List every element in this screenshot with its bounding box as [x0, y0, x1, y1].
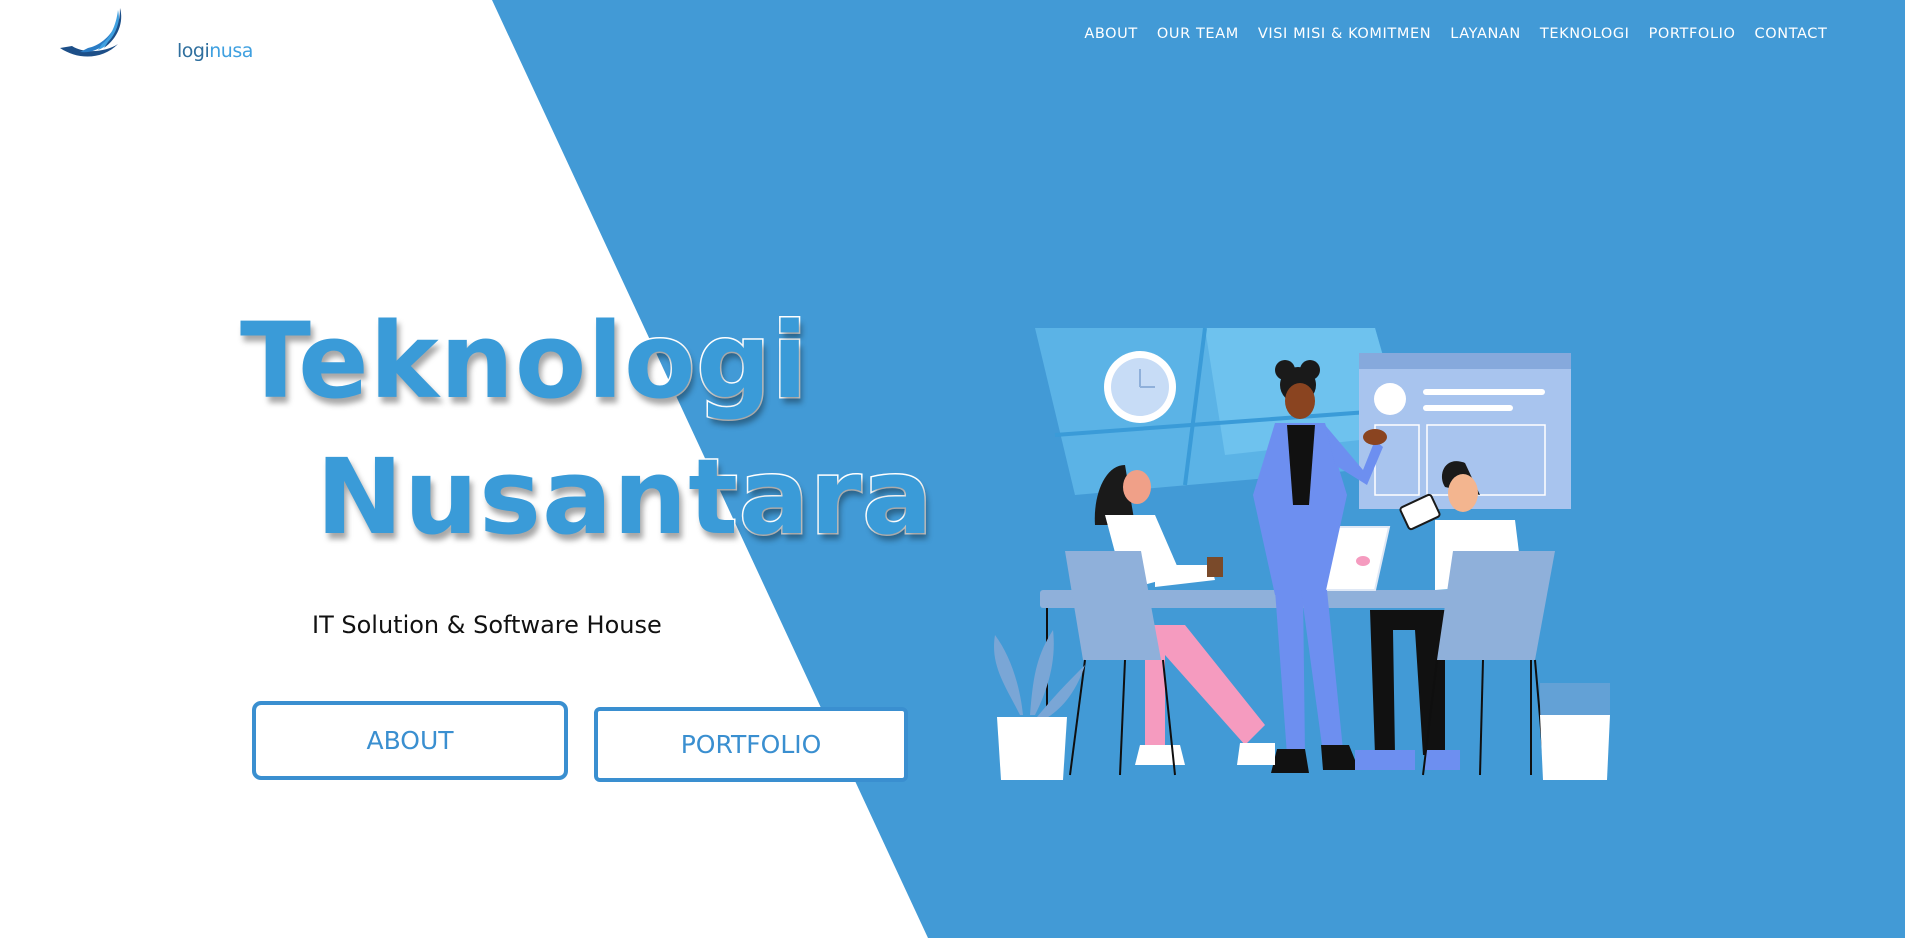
nav-teknologi[interactable]: TEKNOLOGI: [1530, 26, 1639, 42]
plant-right: [1540, 683, 1610, 780]
logo-icon: [60, 8, 122, 57]
hero-title-line2: Nusantara: [315, 435, 935, 560]
hero-subtitle: IT Solution & Software House: [312, 611, 662, 639]
nav-about[interactable]: ABOUT: [1075, 26, 1148, 42]
nav-contact[interactable]: CONTACT: [1745, 26, 1837, 42]
nav-portfolio[interactable]: PORTFOLIO: [1639, 26, 1745, 42]
logo[interactable]: loginusa: [58, 4, 253, 70]
nav-layanan[interactable]: LAYANAN: [1441, 26, 1531, 42]
portfolio-button[interactable]: PORTFOLIO: [594, 707, 908, 782]
hero-title-line1: Teknologi: [239, 299, 810, 424]
nav-our-team[interactable]: OUR TEAM: [1147, 26, 1248, 42]
clock-icon: [1104, 351, 1176, 423]
main-nav: ABOUT OUR TEAM VISI MISI & KOMITMEN LAYA…: [1075, 26, 1837, 42]
about-button[interactable]: ABOUT: [252, 701, 568, 780]
logo-text: loginusa: [177, 40, 253, 62]
team-meeting-illustration: [994, 327, 1610, 780]
nav-visi-misi[interactable]: VISI MISI & KOMITMEN: [1248, 26, 1440, 42]
hero-background: [492, 0, 1905, 938]
